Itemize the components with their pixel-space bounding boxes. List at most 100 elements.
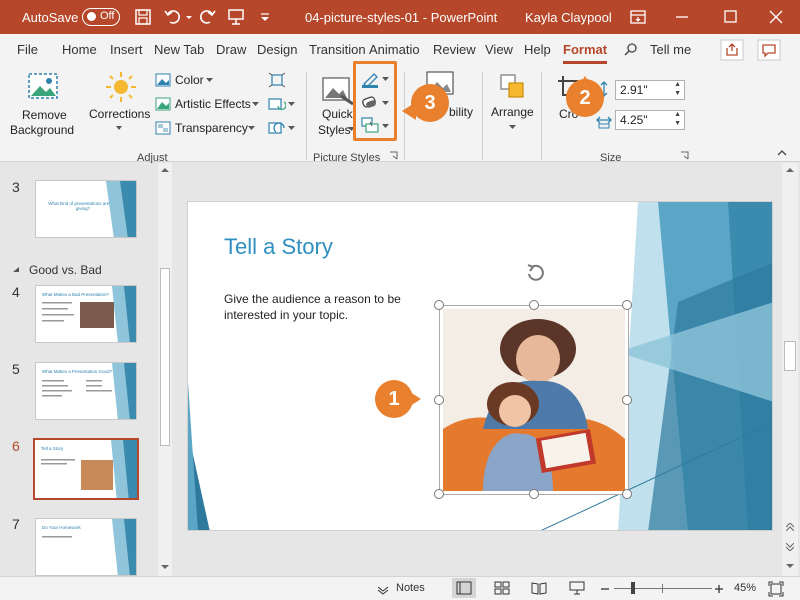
chevron-down-icon[interactable]	[206, 77, 213, 83]
tab-draw[interactable]: Draw	[216, 42, 246, 57]
picture-effects-icon[interactable]	[360, 93, 380, 111]
resize-handle[interactable]	[434, 300, 444, 310]
tab-transitions[interactable]: Transition	[309, 42, 366, 57]
section-header[interactable]: Good vs. Bad	[29, 263, 102, 277]
fit-slide-icon[interactable]	[768, 581, 784, 597]
quick-styles-icon[interactable]	[321, 74, 355, 108]
spin-up-icon[interactable]: ▲	[674, 111, 681, 118]
spin-up-icon[interactable]: ▲	[674, 81, 681, 88]
slide-thumbnail-7[interactable]: Do Your Homework	[35, 518, 137, 576]
resize-handle[interactable]	[622, 489, 632, 499]
resize-handle[interactable]	[529, 489, 539, 499]
spin-down-icon[interactable]: ▼	[674, 120, 681, 127]
artistic-effects-icon[interactable]	[155, 96, 171, 112]
zoom-in-icon[interactable]	[714, 584, 724, 594]
thumbnails-scrollbar[interactable]	[158, 163, 172, 576]
slide-scrollbar[interactable]	[782, 163, 798, 576]
reset-picture-icon[interactable]	[268, 120, 286, 136]
tab-new-tab[interactable]: New Tab	[154, 42, 204, 57]
slide-thumbnail-4[interactable]: What Makes a Bad Presentation?	[35, 285, 137, 343]
scrollbar-thumb[interactable]	[784, 341, 796, 371]
next-slide-icon[interactable]	[786, 543, 794, 551]
section-collapse-icon[interactable]	[12, 266, 20, 274]
slide-sorter-icon[interactable]	[494, 581, 510, 595]
tab-file[interactable]: File	[17, 42, 38, 57]
zoom-level[interactable]: 45%	[734, 582, 756, 594]
tell-me-box[interactable]: Tell me	[650, 42, 691, 57]
color-icon[interactable]	[155, 72, 171, 88]
autosave-toggle[interactable]: Off	[82, 8, 120, 26]
search-icon[interactable]	[623, 42, 639, 58]
rotate-handle-icon[interactable]	[524, 262, 546, 284]
user-name[interactable]: Kayla Claypool	[525, 10, 612, 25]
resize-handle[interactable]	[622, 300, 632, 310]
tab-home[interactable]: Home	[62, 42, 97, 57]
chevron-down-icon[interactable]	[288, 101, 295, 107]
chevron-down-icon[interactable]	[509, 124, 516, 130]
zoom-slider-thumb[interactable]	[630, 582, 635, 594]
width-field[interactable]: 4.25" ▲ ▼	[615, 110, 685, 130]
spin-down-icon[interactable]: ▼	[674, 90, 681, 97]
transparency-label[interactable]: Transparency	[175, 121, 248, 135]
zoom-slider-track[interactable]	[614, 588, 712, 589]
selected-picture[interactable]	[439, 305, 629, 495]
reading-view-icon[interactable]	[531, 581, 547, 595]
current-slide[interactable]: Tell a Story Give the audience a reason …	[187, 201, 773, 531]
chevron-down-icon[interactable]	[382, 100, 389, 106]
chevron-down-icon[interactable]	[382, 76, 389, 82]
arrange-label[interactable]: Arrange	[491, 105, 534, 119]
chevron-down-icon[interactable]	[252, 101, 259, 107]
scroll-down-icon[interactable]	[161, 564, 169, 570]
height-field[interactable]: 2.91" ▲ ▼	[615, 80, 685, 100]
chevron-down-icon[interactable]	[115, 124, 123, 132]
collapse-ribbon-icon[interactable]	[776, 148, 788, 158]
slide-thumbnail-6[interactable]: Tell a Story	[33, 438, 139, 500]
compress-pictures-icon[interactable]	[268, 72, 286, 88]
dialog-launcher-icon[interactable]	[680, 151, 689, 160]
resize-handle[interactable]	[434, 489, 444, 499]
customize-qat-icon[interactable]	[254, 6, 276, 28]
slide-title[interactable]: Tell a Story	[224, 234, 333, 260]
scroll-up-icon[interactable]	[786, 167, 794, 173]
slide-thumbnail-5[interactable]: What Makes a Presentation Good?	[35, 362, 137, 420]
tab-insert[interactable]: Insert	[110, 42, 143, 57]
close-icon[interactable]	[764, 6, 788, 28]
color-label[interactable]: Color	[175, 73, 204, 87]
scrollbar-thumb[interactable]	[160, 268, 170, 446]
maximize-icon[interactable]	[718, 6, 742, 28]
tab-format[interactable]: Format	[563, 42, 608, 64]
corrections-icon[interactable]	[104, 70, 138, 104]
tab-animations[interactable]: Animatio	[369, 42, 420, 57]
chevron-down-icon[interactable]	[288, 125, 295, 131]
save-icon[interactable]	[132, 6, 154, 28]
present-from-start-icon[interactable]	[225, 6, 247, 28]
share-icon[interactable]	[720, 39, 744, 61]
chevron-down-icon[interactable]	[248, 125, 255, 131]
normal-view-icon[interactable]	[452, 578, 476, 598]
tab-review[interactable]: Review	[433, 42, 476, 57]
notes-button[interactable]: Notes	[396, 582, 425, 594]
arrange-icon[interactable]	[498, 72, 528, 102]
picture-border-icon[interactable]	[360, 70, 380, 88]
scroll-up-icon[interactable]	[161, 167, 169, 173]
slide-thumbnail-3[interactable]: What kind of presentations are you givin…	[35, 180, 137, 238]
previous-slide-icon[interactable]	[786, 523, 794, 531]
minimize-icon[interactable]	[670, 6, 694, 28]
tab-design[interactable]: Design	[257, 42, 297, 57]
zoom-out-icon[interactable]	[600, 584, 610, 594]
remove-background-icon[interactable]	[26, 70, 60, 104]
tab-help[interactable]: Help	[524, 42, 551, 57]
ribbon-display-options-icon[interactable]	[626, 6, 650, 28]
redo-icon[interactable]	[196, 6, 218, 28]
artistic-effects-label[interactable]: Artistic Effects	[175, 97, 251, 111]
change-picture-icon[interactable]	[268, 96, 286, 112]
tab-view[interactable]: View	[485, 42, 513, 57]
chevron-down-icon[interactable]	[382, 123, 389, 129]
slide-show-icon[interactable]	[569, 581, 585, 595]
resize-handle[interactable]	[434, 395, 444, 405]
notes-icon[interactable]	[376, 582, 390, 596]
dialog-launcher-icon[interactable]	[389, 151, 398, 160]
picture-layout-icon[interactable]	[360, 116, 380, 134]
transparency-icon[interactable]	[155, 120, 171, 136]
comments-icon[interactable]	[757, 39, 781, 61]
